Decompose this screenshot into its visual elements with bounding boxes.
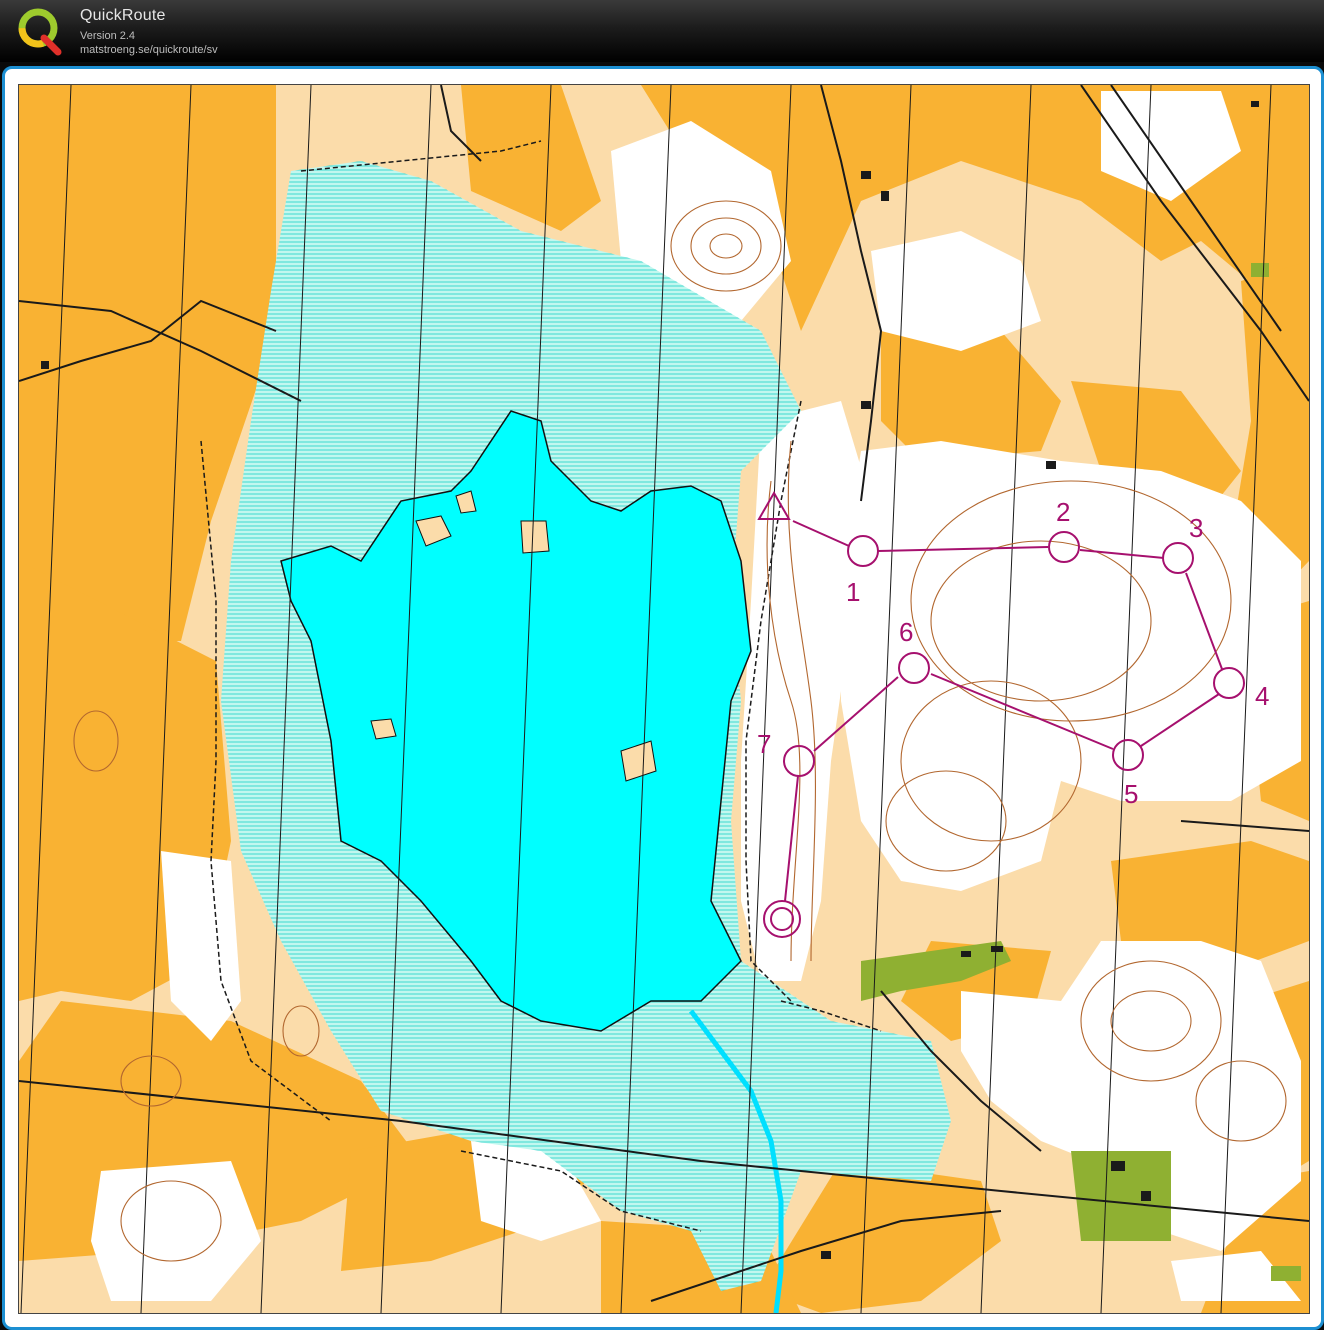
- control-label: 6: [899, 617, 913, 647]
- control-label: 3: [1189, 513, 1203, 543]
- title-bar: QuickRoute Version 2.4 matstroeng.se/qui…: [0, 0, 1324, 62]
- control-label: 2: [1056, 497, 1070, 527]
- orienteering-map[interactable]: 1 2 3 4 5 6 7: [19, 85, 1309, 1313]
- control-label: 4: [1255, 681, 1269, 711]
- control-label: 5: [1124, 779, 1138, 809]
- quickroute-logo-icon: [14, 6, 64, 56]
- control-label: 1: [846, 577, 860, 607]
- app-url[interactable]: matstroeng.se/quickroute/sv: [80, 44, 218, 56]
- control-label: 7: [757, 729, 771, 759]
- app-version: Version 2.4: [80, 30, 136, 42]
- map-viewport[interactable]: 1 2 3 4 5 6 7: [18, 84, 1310, 1314]
- app-name: QuickRoute: [80, 7, 166, 24]
